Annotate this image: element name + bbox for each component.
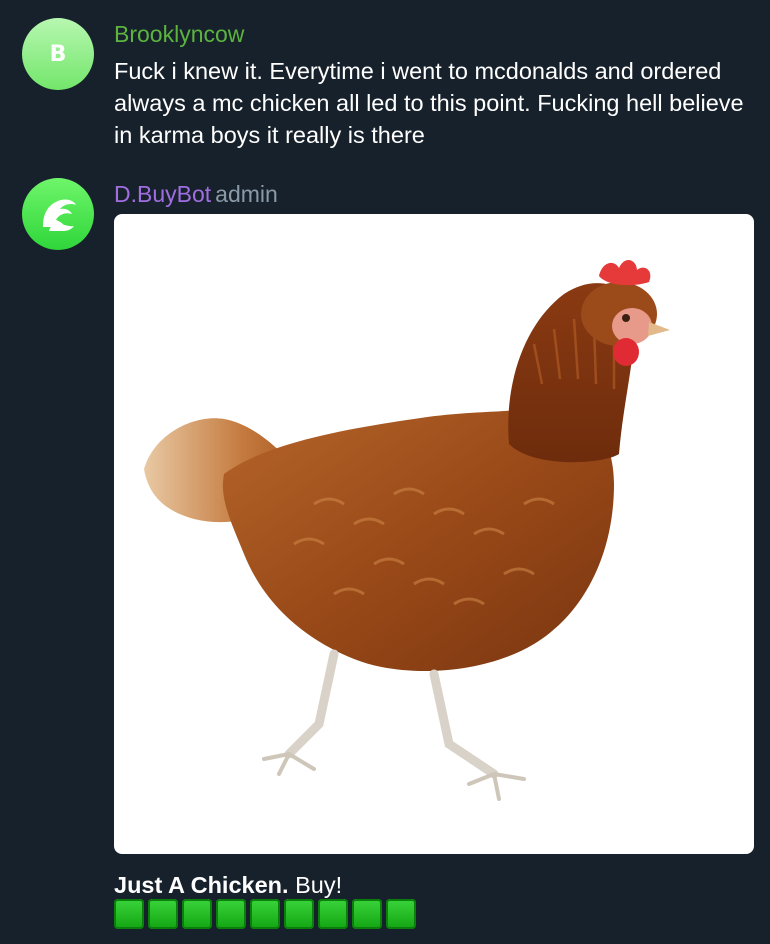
- green-square-icon: [250, 899, 280, 929]
- green-square-icon: [114, 899, 144, 929]
- green-square-icon: [182, 899, 212, 929]
- photo-caption: Just A Chicken. Buy!: [114, 870, 342, 900]
- green-square-icon: [216, 899, 246, 929]
- chat-view: B Brooklyncow Fuck i knew it. Everytime …: [0, 0, 770, 944]
- chicken-photo[interactable]: [114, 214, 754, 854]
- avatar[interactable]: [22, 178, 94, 250]
- green-square-icon: [386, 899, 416, 929]
- green-square-icon: [352, 899, 382, 929]
- green-square-icon: [318, 899, 348, 929]
- message-header: D.BuyBot admin: [114, 180, 278, 208]
- avatar-letter: B: [49, 41, 67, 67]
- green-square-icon: [284, 899, 314, 929]
- sender-name[interactable]: D.BuyBot: [114, 181, 211, 207]
- sender-line: D.BuyBot admin: [114, 180, 278, 208]
- message-text: Fuck i knew it. Everytime i went to mcdo…: [114, 58, 744, 148]
- green-square-icon: [148, 899, 178, 929]
- caption-text: Buy!: [288, 872, 343, 898]
- caption-title: Just A Chicken.: [114, 872, 289, 898]
- sender-name[interactable]: Brooklyncow: [114, 21, 244, 47]
- wave-icon: [43, 199, 76, 231]
- message-content: Brooklyncow Fuck i knew it. Everytime i …: [114, 20, 754, 151]
- sender-line: Brooklyncow: [114, 20, 754, 48]
- avatar[interactable]: B: [22, 18, 94, 90]
- admin-badge: admin: [215, 181, 278, 207]
- chicken-illustration: [144, 259, 670, 801]
- green-squares-row: [114, 899, 416, 929]
